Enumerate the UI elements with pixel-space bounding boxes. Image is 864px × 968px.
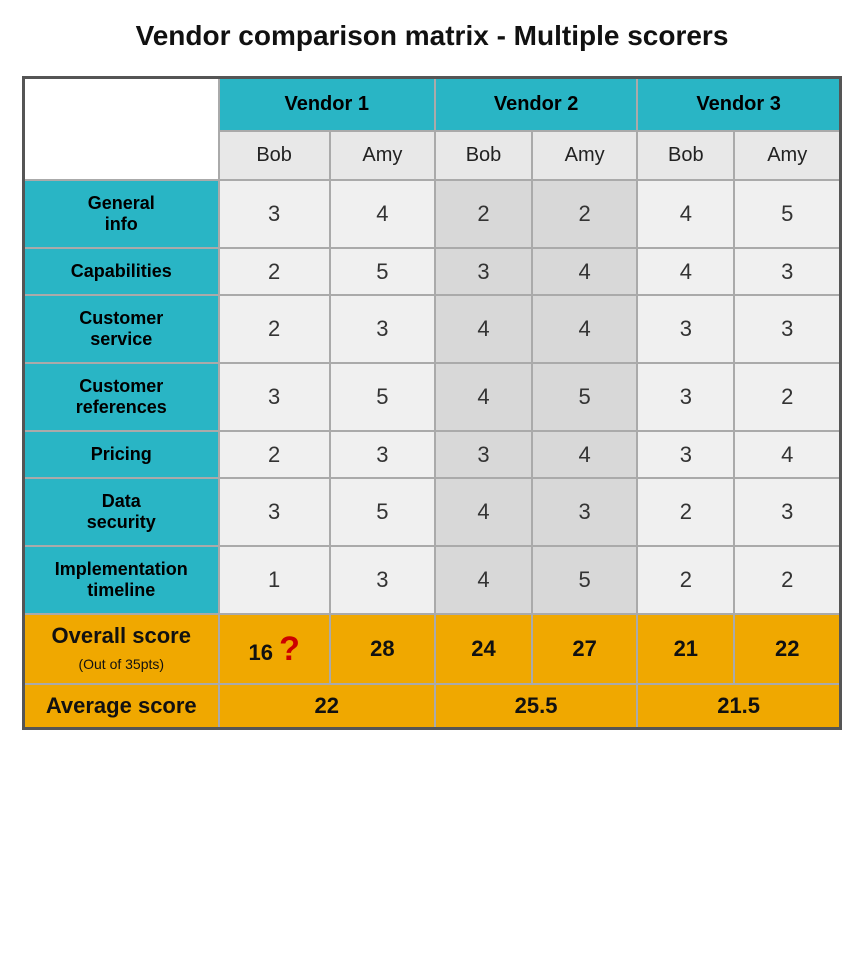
- score-cell-r0-c3: 2: [532, 180, 637, 248]
- score-cell-r6-c3: 5: [532, 546, 637, 614]
- comparison-table: Vendor 1 Vendor 2 Vendor 3 Bob Amy Bob A…: [22, 76, 842, 730]
- overall-v1-bob-value: 16: [248, 640, 272, 665]
- score-cell-r0-c2: 2: [435, 180, 532, 248]
- category-row-1: Capabilities253443: [24, 248, 841, 295]
- corner-cell: [24, 78, 219, 181]
- score-cell-r1-c1: 5: [330, 248, 435, 295]
- overall-v1-amy: 28: [330, 614, 435, 684]
- score-cell-r1-c0: 2: [219, 248, 330, 295]
- category-row-2: Customerservice234433: [24, 295, 841, 363]
- v1-amy-header: Amy: [330, 131, 435, 180]
- overall-v3-amy: 22: [734, 614, 840, 684]
- v3-amy-header: Amy: [734, 131, 840, 180]
- score-cell-r5-c2: 4: [435, 478, 532, 546]
- score-cell-r1-c3: 4: [532, 248, 637, 295]
- score-cell-r6-c4: 2: [637, 546, 734, 614]
- score-cell-r5-c1: 5: [330, 478, 435, 546]
- v2-bob-header: Bob: [435, 131, 532, 180]
- score-cell-r5-c5: 3: [734, 478, 840, 546]
- score-cell-r3-c2: 4: [435, 363, 532, 431]
- score-cell-r5-c4: 2: [637, 478, 734, 546]
- row-label-1: Capabilities: [24, 248, 219, 295]
- overall-label: Overall score (Out of 35pts): [24, 614, 219, 684]
- score-cell-r4-c5: 4: [734, 431, 840, 478]
- score-cell-r5-c0: 3: [219, 478, 330, 546]
- overall-v3-bob: 21: [637, 614, 734, 684]
- average-v1: 22: [219, 684, 435, 729]
- vendor-header-row: Vendor 1 Vendor 2 Vendor 3: [24, 78, 841, 132]
- overall-sublabel: (Out of 35pts): [78, 656, 164, 672]
- score-cell-r1-c4: 4: [637, 248, 734, 295]
- score-cell-r2-c2: 4: [435, 295, 532, 363]
- score-cell-r2-c5: 3: [734, 295, 840, 363]
- average-v3: 21.5: [637, 684, 840, 729]
- score-cell-r0-c4: 4: [637, 180, 734, 248]
- overall-score-row: Overall score (Out of 35pts) 16 ? 28 24 …: [24, 614, 841, 684]
- score-cell-r3-c1: 5: [330, 363, 435, 431]
- score-cell-r2-c1: 3: [330, 295, 435, 363]
- category-row-4: Pricing233434: [24, 431, 841, 478]
- score-cell-r3-c3: 5: [532, 363, 637, 431]
- row-label-6: Implementationtimeline: [24, 546, 219, 614]
- score-cell-r6-c1: 3: [330, 546, 435, 614]
- score-cell-r4-c2: 3: [435, 431, 532, 478]
- question-mark-icon: ?: [279, 630, 300, 668]
- row-label-5: Datasecurity: [24, 478, 219, 546]
- vendor3-header: Vendor 3: [637, 78, 840, 132]
- overall-v2-bob: 24: [435, 614, 532, 684]
- score-cell-r4-c3: 4: [532, 431, 637, 478]
- score-cell-r6-c2: 4: [435, 546, 532, 614]
- row-label-3: Customerreferences: [24, 363, 219, 431]
- overall-v1-bob: 16 ?: [219, 614, 330, 684]
- category-row-5: Datasecurity354323: [24, 478, 841, 546]
- row-label-2: Customerservice: [24, 295, 219, 363]
- average-v2: 25.5: [435, 684, 637, 729]
- score-cell-r2-c4: 3: [637, 295, 734, 363]
- score-cell-r6-c0: 1: [219, 546, 330, 614]
- average-label: Average score: [24, 684, 219, 729]
- score-cell-r2-c3: 4: [532, 295, 637, 363]
- score-cell-r1-c2: 3: [435, 248, 532, 295]
- score-cell-r2-c0: 2: [219, 295, 330, 363]
- category-row-3: Customerreferences354532: [24, 363, 841, 431]
- score-cell-r4-c4: 3: [637, 431, 734, 478]
- row-label-4: Pricing: [24, 431, 219, 478]
- score-cell-r1-c5: 3: [734, 248, 840, 295]
- v3-bob-header: Bob: [637, 131, 734, 180]
- score-cell-r4-c0: 2: [219, 431, 330, 478]
- score-cell-r3-c0: 3: [219, 363, 330, 431]
- score-cell-r3-c4: 3: [637, 363, 734, 431]
- row-label-0: Generalinfo: [24, 180, 219, 248]
- page-title: Vendor comparison matrix - Multiple scor…: [22, 20, 842, 52]
- score-cell-r0-c1: 4: [330, 180, 435, 248]
- category-row-0: Generalinfo342245: [24, 180, 841, 248]
- main-container: Vendor comparison matrix - Multiple scor…: [22, 20, 842, 730]
- score-cell-r5-c3: 3: [532, 478, 637, 546]
- score-cell-r3-c5: 2: [734, 363, 840, 431]
- score-cell-r6-c5: 2: [734, 546, 840, 614]
- score-cell-r0-c5: 5: [734, 180, 840, 248]
- category-row-6: Implementationtimeline134522: [24, 546, 841, 614]
- overall-v2-amy: 27: [532, 614, 637, 684]
- v2-amy-header: Amy: [532, 131, 637, 180]
- v1-bob-header: Bob: [219, 131, 330, 180]
- vendor1-header: Vendor 1: [219, 78, 435, 132]
- score-cell-r4-c1: 3: [330, 431, 435, 478]
- score-cell-r0-c0: 3: [219, 180, 330, 248]
- vendor2-header: Vendor 2: [435, 78, 637, 132]
- overall-label-text: Overall score: [52, 623, 191, 648]
- average-score-row: Average score 22 25.5 21.5: [24, 684, 841, 729]
